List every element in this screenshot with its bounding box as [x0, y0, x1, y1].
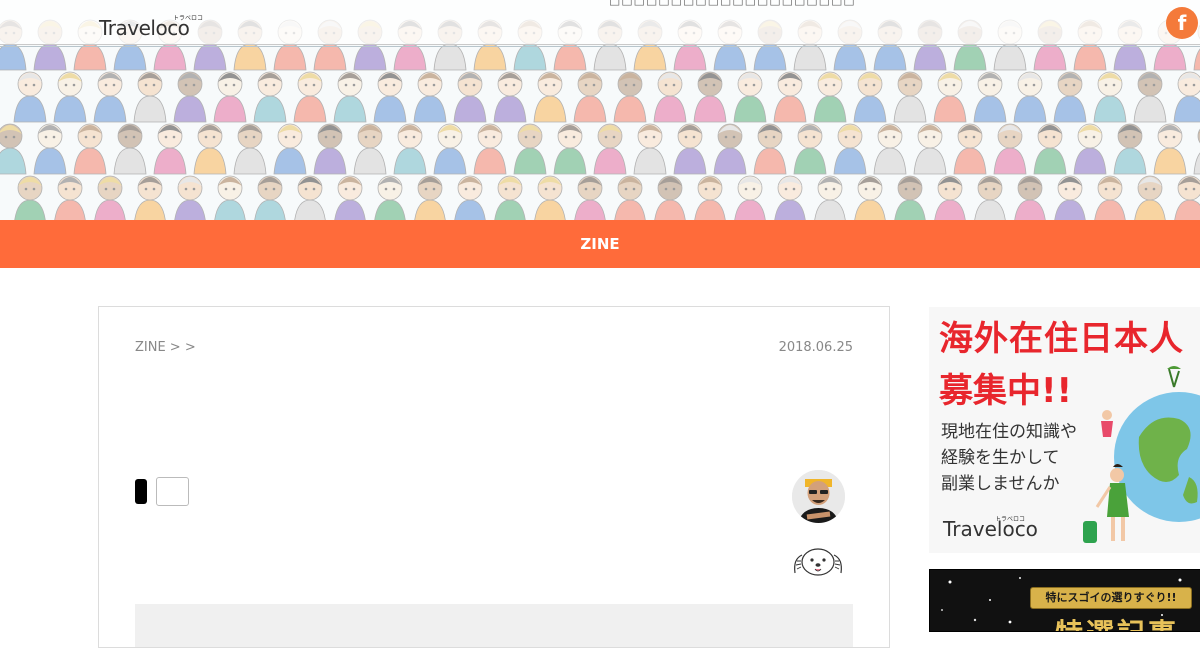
dog-icon [794, 548, 842, 576]
site-logo-kana: トラベロコ [173, 15, 204, 22]
article-date: 2018.06.25 [778, 340, 853, 355]
globe-traveler-icon [1083, 366, 1200, 543]
sidebar-ad-featured[interactable]: 特にスゴイの選りすぐり!! 特選記事 [929, 569, 1200, 632]
person-icon [792, 470, 845, 523]
sidebar-ad-recruit[interactable]: 海外在住日本人 募集中!! 現地在住の知識や 経験を生かして 副業しませんか T… [929, 307, 1200, 553]
ad-featured-title: 特選記事 [1055, 612, 1179, 631]
tag-white[interactable] [156, 477, 189, 506]
breadcrumb[interactable]: ZINE > > [135, 340, 196, 355]
ad-headline-1: 海外在住日本人 [939, 319, 1184, 359]
ad-logo-kana: トラベロコ [995, 516, 1026, 523]
top-nav-text[interactable]: □□□□□□□□□□□□□□□□□□□□ [609, 0, 856, 7]
author-avatar[interactable] [792, 470, 845, 523]
facebook-icon[interactable]: f [1166, 7, 1198, 39]
ad-headline-2: 募集中!! [939, 371, 1073, 411]
category-bar[interactable]: ZINE [0, 220, 1200, 268]
top-bar-divider [0, 46, 1200, 47]
article-card: ZINE > > 2018.06.25 [98, 306, 890, 648]
ad-ribbon: 特にスゴイの選りすぐり!! [1030, 587, 1192, 609]
content-placeholder [135, 604, 853, 647]
tag-black[interactable] [135, 479, 147, 504]
